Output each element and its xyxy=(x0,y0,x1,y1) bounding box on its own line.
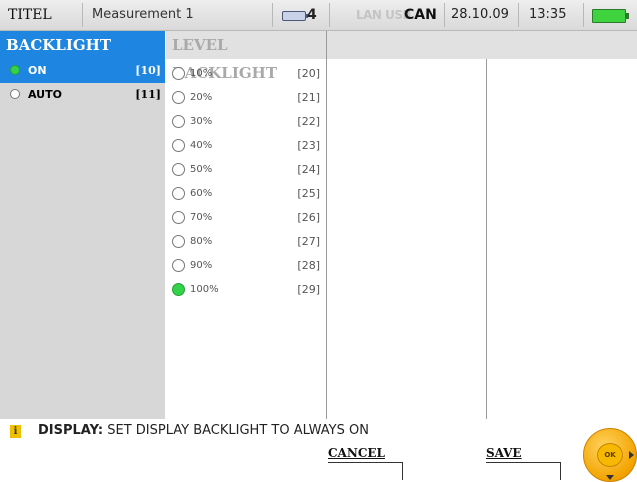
backlight-option-auto[interactable]: AUTO [11] xyxy=(0,83,165,107)
empty-column-header xyxy=(327,31,637,59)
ok-label: OK xyxy=(597,443,623,467)
level-code: [29] xyxy=(297,283,320,296)
level-option-70[interactable]: 70% [26] xyxy=(166,207,326,231)
app-title: TITEL xyxy=(8,7,52,23)
battery-full-icon xyxy=(592,9,629,23)
softkey-line xyxy=(328,462,402,463)
level-label: 40% xyxy=(190,140,213,151)
radio-unselected-icon xyxy=(172,67,185,80)
radio-unselected-icon xyxy=(172,139,185,152)
info-message: SET DISPLAY BACKLIGHT TO ALWAYS ON xyxy=(103,423,369,438)
level-option-90[interactable]: 90% [28] xyxy=(166,255,326,279)
level-code: [20] xyxy=(297,67,320,80)
measurement-name[interactable]: Measurement 1 xyxy=(92,0,194,30)
level-label: 80% xyxy=(190,236,213,247)
status-divider xyxy=(518,3,519,27)
level-backlight-header: LEVEL BACKLIGHT xyxy=(166,31,326,82)
arrow-right-icon xyxy=(629,451,634,459)
radio-unselected-icon xyxy=(172,259,185,272)
ok-joystick-button[interactable]: OK xyxy=(583,428,637,482)
radio-unselected-icon xyxy=(172,187,185,200)
interface-inactive-label: LAN USB xyxy=(356,8,412,22)
radio-unselected-icon xyxy=(10,89,20,99)
level-label: 50% xyxy=(190,164,213,175)
level-label: 100% xyxy=(190,284,219,295)
level-label: 10% xyxy=(190,68,213,79)
info-bar: i DISPLAY: SET DISPLAY BACKLIGHT TO ALWA… xyxy=(0,420,637,442)
backlight-column: BACKLIGHT ON [10] AUTO [11] xyxy=(0,31,165,419)
can-status: CAN xyxy=(404,7,437,23)
level-option-50[interactable]: 50% [24] xyxy=(166,159,326,183)
level-option-60[interactable]: 60% [25] xyxy=(166,183,326,207)
battery-count: 4 xyxy=(307,7,317,23)
level-label: 20% xyxy=(190,92,213,103)
radio-unselected-icon xyxy=(172,235,185,248)
radio-unselected-icon xyxy=(172,91,185,104)
level-code: [27] xyxy=(297,235,320,248)
column-divider xyxy=(486,59,487,419)
level-code: [21] xyxy=(297,91,320,104)
level-option-20[interactable]: 20% [21] xyxy=(166,87,326,111)
level-label: 60% xyxy=(190,188,213,199)
option-code: [11] xyxy=(135,88,161,101)
battery-pack-icon xyxy=(282,11,308,21)
softkey-line xyxy=(402,462,403,480)
status-date: 28.10.09 xyxy=(451,7,509,22)
info-prefix: DISPLAY: xyxy=(38,423,104,438)
level-option-40[interactable]: 40% [23] xyxy=(166,135,326,159)
level-code: [26] xyxy=(297,211,320,224)
level-option-80[interactable]: 80% [27] xyxy=(166,231,326,255)
status-time: 13:35 xyxy=(529,7,567,22)
radio-selected-icon xyxy=(10,65,20,75)
radio-unselected-icon xyxy=(172,115,185,128)
option-code: [10] xyxy=(135,64,161,77)
level-code: [24] xyxy=(297,163,320,176)
level-label: 70% xyxy=(190,212,213,223)
level-code: [22] xyxy=(297,115,320,128)
level-code: [28] xyxy=(297,259,320,272)
softkey-line xyxy=(560,462,561,480)
backlight-header: BACKLIGHT xyxy=(0,31,165,59)
save-button[interactable]: SAVE xyxy=(486,446,522,460)
status-divider xyxy=(82,3,83,27)
option-label: ON xyxy=(28,64,47,77)
status-bar: TITEL Measurement 1 4 LAN USB CAN 28.10.… xyxy=(0,0,637,31)
cancel-button[interactable]: CANCEL xyxy=(328,446,385,460)
level-label: 90% xyxy=(190,260,213,271)
info-text: DISPLAY: SET DISPLAY BACKLIGHT TO ALWAYS… xyxy=(38,420,369,442)
radio-selected-icon xyxy=(172,283,185,296)
option-label: AUTO xyxy=(28,88,62,101)
radio-unselected-icon xyxy=(172,211,185,224)
level-code: [23] xyxy=(297,139,320,152)
softkey-line xyxy=(486,462,560,463)
level-code: [25] xyxy=(297,187,320,200)
level-option-10[interactable]: 10% [20] xyxy=(166,63,326,87)
status-divider xyxy=(583,3,584,27)
radio-unselected-icon xyxy=(172,163,185,176)
level-option-100[interactable]: 100% [29] xyxy=(166,279,326,303)
arrow-down-icon xyxy=(606,475,614,480)
level-backlight-column: LEVEL BACKLIGHT 10% [20] 20% [21] 30% [2… xyxy=(166,31,327,419)
backlight-option-on[interactable]: ON [10] xyxy=(0,59,165,83)
level-label: 30% xyxy=(190,116,213,127)
level-option-30[interactable]: 30% [22] xyxy=(166,111,326,135)
status-divider xyxy=(272,3,273,27)
status-divider xyxy=(329,3,330,27)
status-divider xyxy=(444,3,445,27)
info-icon: i xyxy=(10,425,21,438)
